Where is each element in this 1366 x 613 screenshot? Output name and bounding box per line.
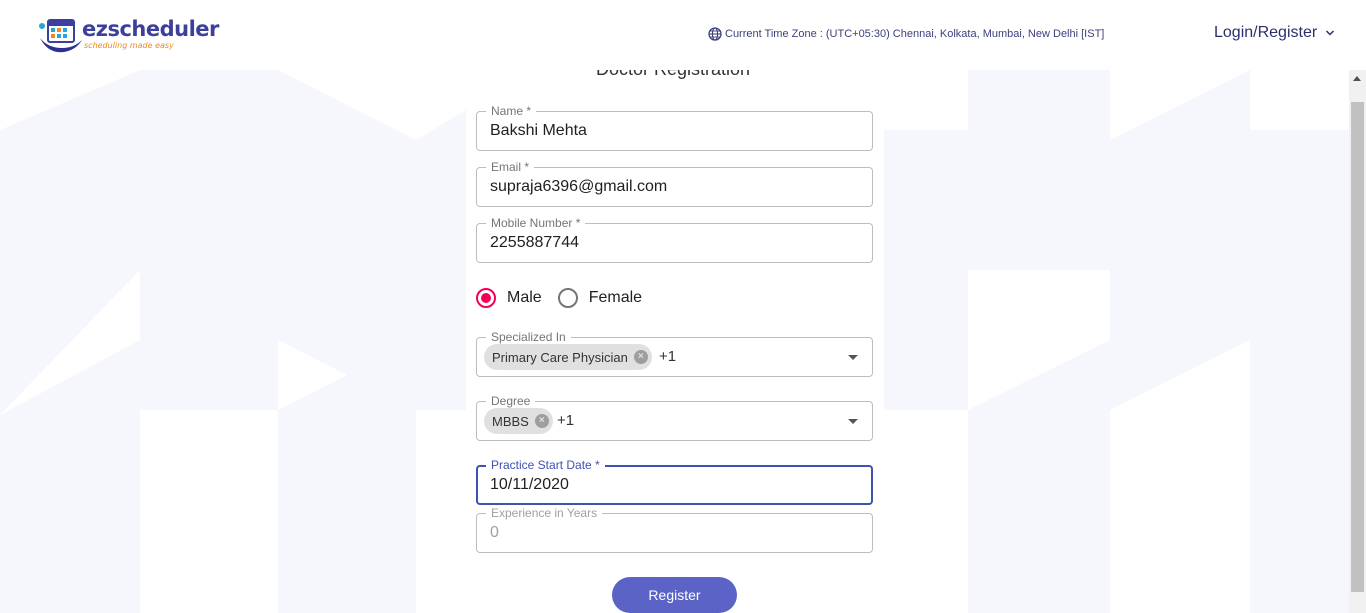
mobile-number-label: Mobile Number * bbox=[486, 216, 586, 230]
degree-chip: MBBS × bbox=[484, 408, 553, 434]
practice-start-date-label: Practice Start Date * bbox=[486, 458, 605, 472]
email-value: supraja6396@gmail.com bbox=[490, 178, 668, 195]
vertical-scrollbar[interactable] bbox=[1349, 70, 1366, 613]
degree-chip-label: MBBS bbox=[492, 413, 529, 429]
login-register-label: Login/Register bbox=[1214, 24, 1318, 41]
degree-select[interactable]: Degree MBBS × +1 bbox=[476, 394, 873, 441]
chevron-down-icon bbox=[1326, 30, 1335, 36]
specialty-more-count: +1 bbox=[659, 348, 677, 365]
specialized-in-label: Specialized In bbox=[486, 330, 571, 344]
name-label: Name * bbox=[486, 104, 537, 118]
practice-start-date-value: 10/11/2020 bbox=[490, 476, 569, 493]
email-field[interactable]: Email * supraja6396@gmail.com bbox=[476, 160, 873, 207]
brand-logo[interactable]: ezscheduler scheduling made easy bbox=[38, 14, 219, 56]
radio-unchecked-icon bbox=[557, 288, 578, 308]
gender-radio-group: Male Female bbox=[476, 288, 658, 308]
arrow-drop-down-icon[interactable] bbox=[848, 355, 858, 360]
logo-tagline: scheduling made easy bbox=[84, 41, 174, 50]
specialized-in-select[interactable]: Specialized In Primary Care Physician × … bbox=[476, 330, 873, 377]
globe-icon bbox=[708, 27, 722, 41]
experience-years-value: 0 bbox=[490, 524, 499, 541]
cancel-circle-icon[interactable]: × bbox=[534, 414, 549, 428]
register-button[interactable]: Register bbox=[612, 577, 737, 613]
calendar-logo-icon bbox=[39, 19, 82, 53]
gender-male-radio[interactable]: Male bbox=[476, 288, 542, 308]
email-label: Email * bbox=[486, 160, 535, 174]
top-header: ezscheduler scheduling made easy Current… bbox=[0, 0, 1366, 70]
login-register-menu[interactable]: Login/Register bbox=[1214, 24, 1335, 42]
degree-label: Degree bbox=[486, 394, 536, 408]
specialty-chip-label: Primary Care Physician bbox=[492, 349, 628, 365]
arrow-drop-down-icon[interactable] bbox=[848, 419, 858, 424]
practice-start-date-field[interactable]: Practice Start Date * 10/11/2020 bbox=[476, 458, 873, 505]
experience-years-field: Experience in Years 0 bbox=[476, 506, 873, 553]
degree-more-count: +1 bbox=[557, 412, 575, 429]
experience-years-label: Experience in Years bbox=[486, 506, 603, 520]
name-value: Bakshi Mehta bbox=[490, 122, 587, 139]
gender-female-label: Female bbox=[588, 289, 643, 306]
mobile-number-value: 2255887744 bbox=[490, 234, 579, 251]
timezone-text: Current Time Zone : (UTC+05:30) Chennai,… bbox=[725, 28, 1105, 40]
specialty-chip: Primary Care Physician × bbox=[484, 344, 652, 370]
cancel-circle-icon[interactable]: × bbox=[633, 350, 648, 364]
mobile-number-field[interactable]: Mobile Number * 2255887744 bbox=[476, 216, 873, 263]
timezone-indicator: Current Time Zone : (UTC+05:30) Chennai,… bbox=[708, 27, 1104, 41]
scrollbar-thumb[interactable] bbox=[1351, 102, 1364, 592]
gender-male-label: Male bbox=[507, 289, 542, 306]
name-field[interactable]: Name * Bakshi Mehta bbox=[476, 104, 873, 151]
radio-checked-icon bbox=[476, 288, 496, 308]
gender-female-radio[interactable]: Female bbox=[557, 288, 643, 308]
logo-text: ezscheduler bbox=[82, 17, 219, 41]
scroll-up-arrow-icon[interactable] bbox=[1353, 76, 1361, 81]
